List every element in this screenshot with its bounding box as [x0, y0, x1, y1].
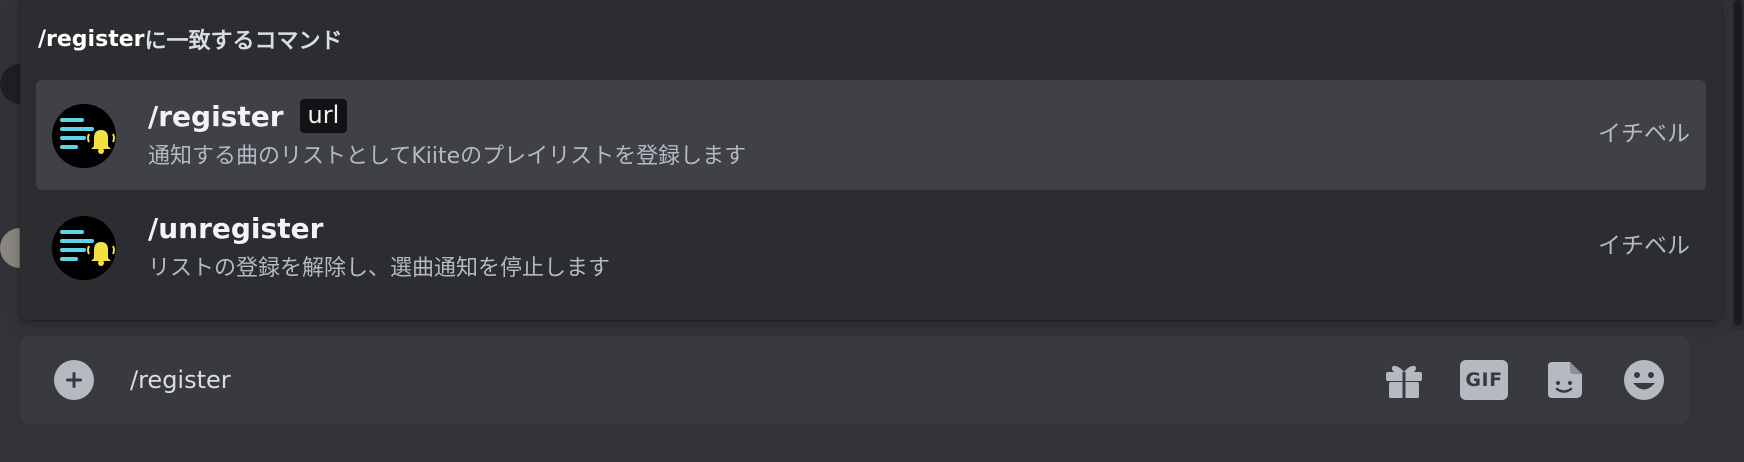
command-name-row: /register url	[148, 96, 348, 136]
emoji-icon[interactable]	[1620, 356, 1668, 404]
chat-scrollbar-thumb[interactable]	[1734, 0, 1742, 325]
command-app-name: イチベル	[1598, 121, 1690, 147]
command-autocomplete-popup: /register に一致するコマンド /register url 通知する曲の…	[20, 0, 1722, 320]
sticker-icon[interactable]	[1540, 356, 1588, 404]
autocomplete-header: /register に一致するコマンド	[38, 24, 343, 55]
command-description: 通知する曲のリストとしてKiiteのプレイリストを登録します	[148, 144, 747, 169]
command-option-tag-url[interactable]: url	[299, 99, 348, 133]
add-circle-icon[interactable]	[54, 360, 94, 400]
command-name: /register	[148, 99, 284, 133]
gif-label: GIF	[1460, 360, 1508, 400]
message-input[interactable]	[130, 356, 1410, 404]
composer-tools: GIF	[1380, 356, 1668, 404]
gift-icon[interactable]	[1380, 356, 1428, 404]
autocomplete-header-suffix: に一致するコマンド	[144, 29, 343, 54]
command-name: /unregister	[148, 211, 324, 245]
autocomplete-header-query: /register	[38, 26, 145, 52]
message-composer: GIF	[20, 336, 1690, 424]
gif-icon[interactable]: GIF	[1460, 356, 1508, 404]
command-description: リストの登録を解除し、選曲通知を停止します	[148, 256, 611, 281]
bot-playlist-bell-icon	[52, 104, 116, 168]
command-name-row: /unregister	[148, 208, 323, 248]
chat-scrollbar-track[interactable]	[1732, 0, 1744, 330]
command-app-name: イチベル	[1598, 233, 1690, 259]
bot-playlist-bell-icon	[52, 216, 116, 280]
command-option-register[interactable]: /register url 通知する曲のリストとしてKiiteのプレイリストを登…	[36, 80, 1706, 190]
command-option-unregister[interactable]: /unregister リストの登録を解除し、選曲通知を停止します イチベル	[36, 192, 1706, 302]
discord-chat-view: /register に一致するコマンド /register url 通知する曲の…	[0, 0, 1744, 462]
